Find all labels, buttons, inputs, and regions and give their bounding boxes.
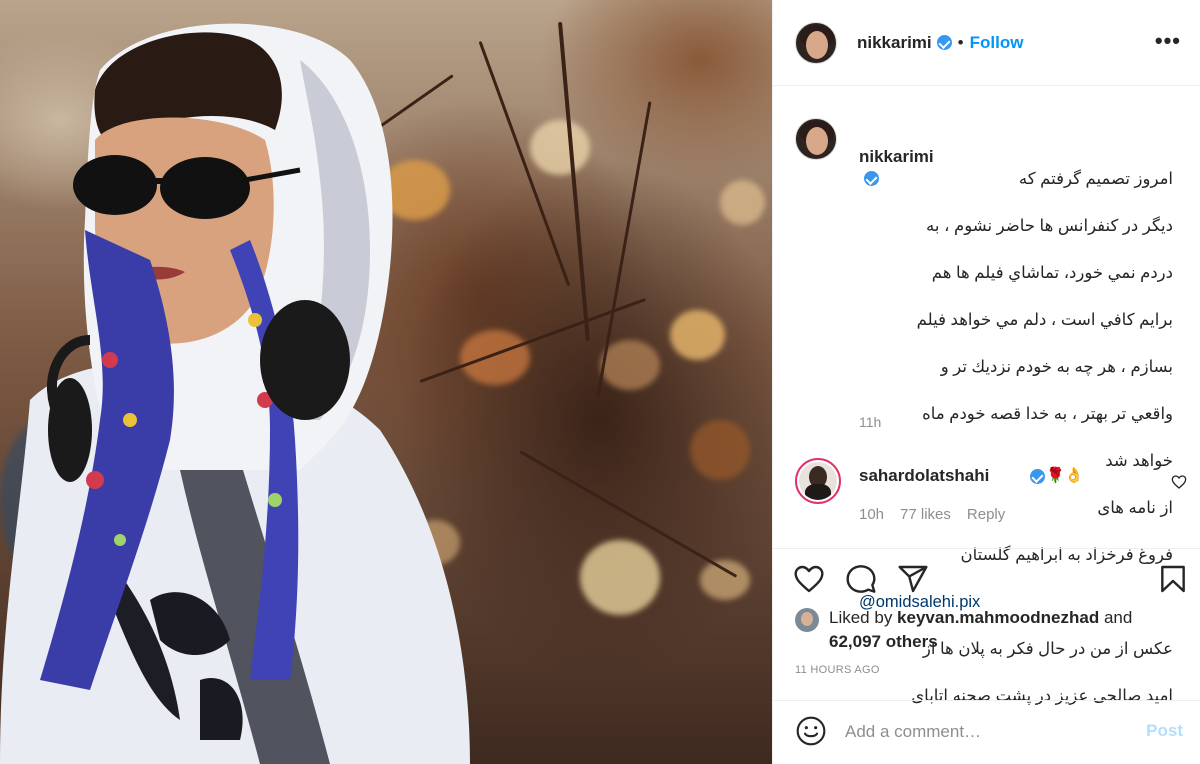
more-options-icon[interactable]: •••: [1155, 28, 1181, 54]
emoji-smiley-icon[interactable]: [795, 715, 827, 747]
author-avatar[interactable]: [795, 21, 837, 64]
bokeh-leaf: [600, 340, 660, 390]
bokeh-leaf: [580, 540, 660, 615]
author-username[interactable]: nikkarimi: [857, 33, 932, 53]
comment-meta: 10h 77 likes Reply: [859, 506, 1005, 523]
comment-bubble-icon[interactable]: [845, 563, 877, 595]
bokeh-leaf: [530, 120, 590, 175]
verified-badge-icon: [1030, 469, 1045, 484]
comment-like-heart-icon[interactable]: [1171, 474, 1187, 490]
caption-line: بسازم ، هر چه به خودم نزديك تر و: [940, 358, 1173, 376]
post-timestamp[interactable]: 11 HOURS AGO: [795, 664, 880, 676]
post-sidebar: nikkarimi • Follow ••• nikkarimi امروز ت…: [772, 0, 1200, 764]
likes-prefix: Liked by: [829, 608, 898, 627]
commenter-username[interactable]: sahardolatshahi: [859, 466, 989, 486]
comment-likes[interactable]: 77 likes: [900, 506, 951, 523]
verified-badge-icon: [936, 35, 952, 50]
post-actions-bar: [773, 548, 1200, 602]
bokeh-leaf: [720, 180, 765, 225]
liker-avatar[interactable]: [795, 608, 819, 632]
like-heart-icon[interactable]: [793, 563, 825, 595]
follow-button[interactable]: Follow: [970, 33, 1024, 53]
comment-time[interactable]: 10h: [859, 506, 884, 523]
bokeh-leaf: [690, 420, 750, 480]
add-comment-bar: Post: [773, 700, 1200, 764]
comment-text: 🌹👌: [1046, 467, 1084, 484]
likes-others-link[interactable]: 62,097 others: [829, 632, 938, 651]
caption-line: برايم كافي است ، دلم مي خواهد فيلم: [916, 311, 1173, 329]
caption-line: دردم نمي خورد، تماشاي فيلم ها هم: [931, 264, 1173, 282]
share-paper-plane-icon[interactable]: [897, 563, 929, 595]
branch: [558, 21, 590, 341]
caption-line: ديگر در كنفرانس ها حاضر نشوم ، به: [926, 217, 1173, 235]
likes-middle: and: [1099, 608, 1133, 627]
caption-line: واقعي تر بهتر ، به خدا قصه خودم ماه: [922, 405, 1173, 423]
bokeh-leaf: [700, 560, 750, 600]
save-bookmark-icon[interactable]: [1157, 563, 1189, 595]
liker-username[interactable]: keyvan.mahmoodnezhad: [897, 608, 1099, 627]
separator-dot: •: [957, 32, 964, 52]
likes-text: Liked by keyvan.mahmoodnezhad and 62,097…: [829, 606, 1132, 654]
likes-summary: Liked by keyvan.mahmoodnezhad and 62,097…: [795, 606, 1195, 654]
verified-badge-icon: [864, 171, 879, 186]
comment-reply-button[interactable]: Reply: [967, 506, 1005, 523]
commenter-avatar[interactable]: [795, 458, 841, 504]
bokeh-leaf: [670, 310, 725, 360]
post-header: nikkarimi • Follow •••: [773, 0, 1200, 86]
woman-figure: [0, 23, 470, 764]
caption-avatar[interactable]: [795, 118, 837, 160]
caption-time[interactable]: 11h: [859, 414, 881, 430]
post-comment-button[interactable]: Post: [1146, 721, 1183, 741]
comment-input[interactable]: [845, 719, 1105, 745]
post-photo[interactable]: [0, 0, 772, 764]
caption-username[interactable]: nikkarimi: [859, 147, 934, 166]
comment-item: sahardolatshahi 🌹👌 10h 77 likes Reply: [795, 458, 1187, 528]
